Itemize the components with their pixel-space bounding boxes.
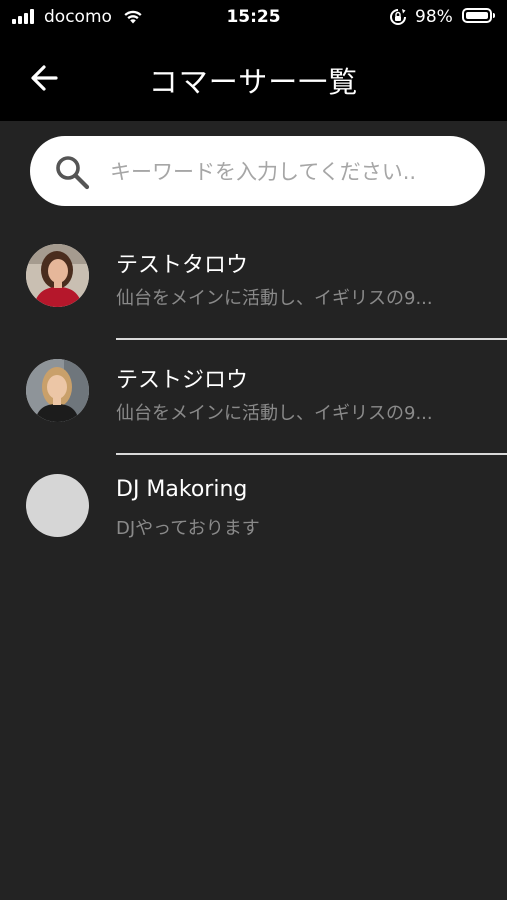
commercer-list: テストタロウ 仙台をメインに活動し、イギリスの9... テストジロウ 仙台をメイ…: [0, 225, 507, 570]
list-item[interactable]: DJ Makoring DJやっております: [0, 455, 507, 570]
commercer-name: テストタロウ: [116, 253, 249, 278]
avatar: [26, 244, 89, 307]
page-title: コマーサー一覧: [148, 65, 359, 99]
battery-percent: 98%: [415, 7, 453, 27]
avatar: [26, 359, 89, 422]
orientation-lock-icon: [390, 9, 406, 25]
battery-icon: [462, 8, 495, 23]
app-header: docomo 15:25 98% コマーサー一覧: [0, 0, 507, 121]
commercer-name: DJ Makoring: [116, 477, 248, 502]
list-item[interactable]: テストタロウ 仙台をメインに活動し、イギリスの9...: [0, 225, 507, 340]
search-icon: [56, 156, 90, 190]
avatar-photo: [26, 244, 89, 307]
commercer-name: テストジロウ: [116, 368, 249, 393]
commercer-description: 仙台をメインに活動し、イギリスの9...: [116, 288, 433, 309]
search-bar[interactable]: [30, 136, 485, 206]
status-bar: docomo 15:25 98%: [0, 0, 507, 36]
search-input[interactable]: [108, 154, 472, 190]
avatar-photo: [26, 359, 89, 422]
list-item[interactable]: テストジロウ 仙台をメインに活動し、イギリスの9...: [0, 340, 507, 455]
commercer-description: 仙台をメインに活動し、イギリスの9...: [116, 403, 433, 424]
commercer-description: DJやっております: [116, 518, 260, 539]
battery-level: [466, 12, 488, 19]
avatar-placeholder: [26, 474, 89, 537]
